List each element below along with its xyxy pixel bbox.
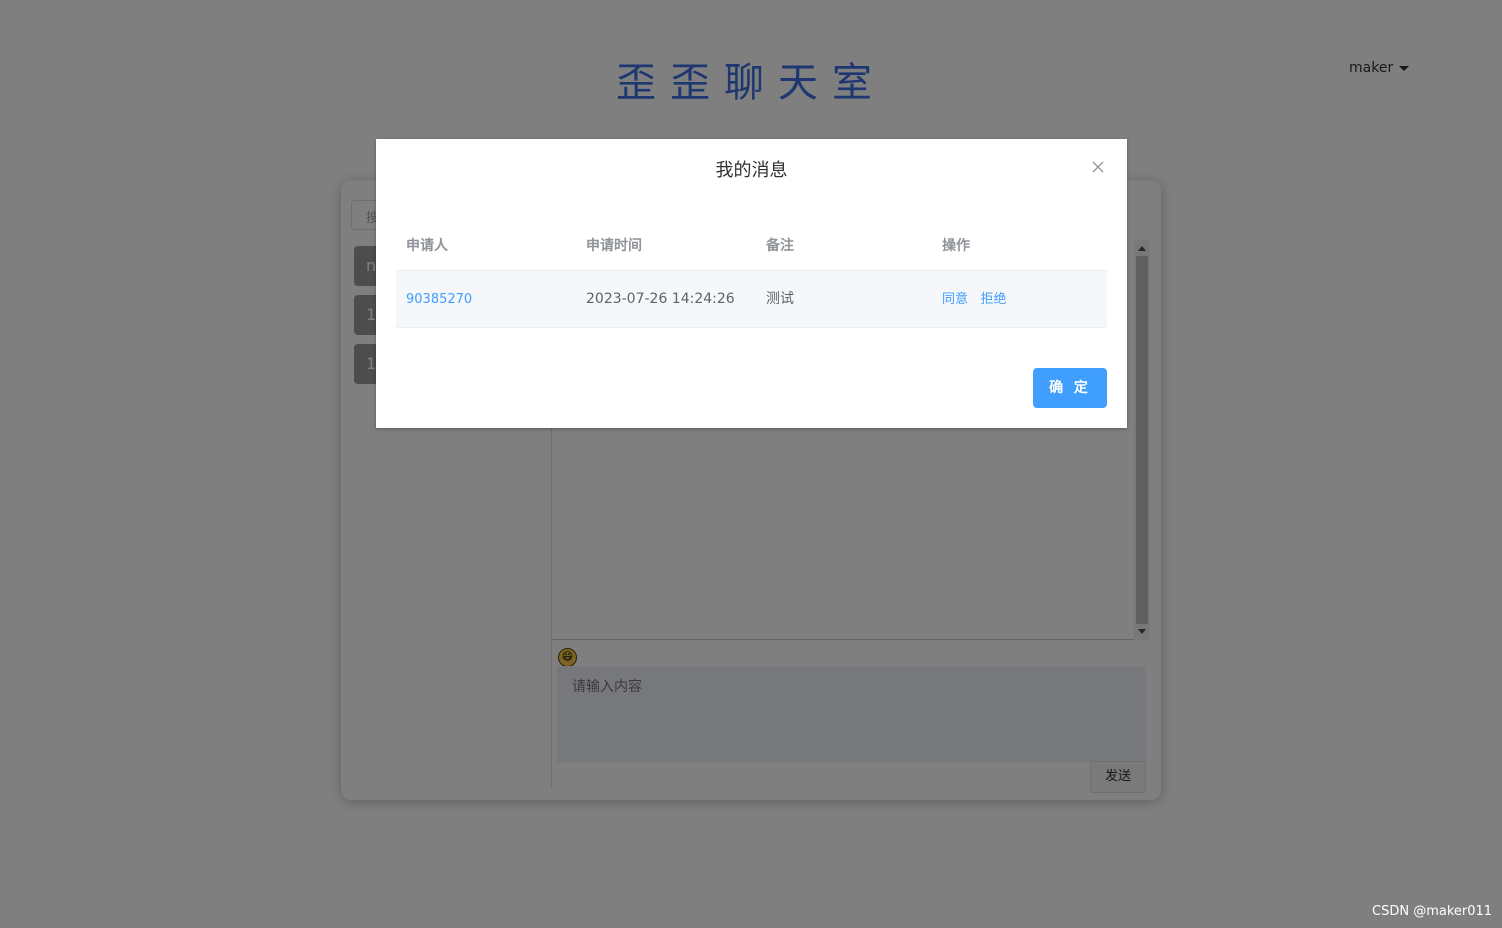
dialog-title: 我的消息 [715, 160, 788, 181]
applicant-link[interactable]: 90385270 [406, 292, 472, 307]
messages-dialog: 我的消息 申请人 申请时间 备注 操作 90385270 2023-07-26 … [376, 139, 1127, 428]
column-header-applicant: 申请人 [406, 238, 448, 254]
cell-remark: 测试 [766, 291, 794, 307]
table-header: 申请人 申请时间 备注 操作 [396, 227, 1107, 271]
confirm-button[interactable]: 确 定 [1033, 368, 1107, 408]
reject-link[interactable]: 拒绝 [980, 292, 1006, 307]
column-header-remark: 备注 [766, 238, 794, 254]
friend-request-table: 申请人 申请时间 备注 操作 90385270 2023-07-26 14:24… [396, 227, 1107, 328]
cell-applicant: 90385270 [396, 271, 576, 327]
watermark: CSDN @maker011 [1372, 904, 1493, 919]
close-icon[interactable] [1090, 159, 1106, 175]
cell-actions: 同意 拒绝 [932, 271, 1107, 327]
column-header-time: 申请时间 [586, 238, 642, 254]
accept-link[interactable]: 同意 [942, 292, 968, 307]
cell-time: 2023-07-26 14:24:26 [586, 291, 735, 307]
table-row: 90385270 2023-07-26 14:24:26 测试 同意 拒绝 [396, 271, 1107, 328]
column-header-actions: 操作 [942, 238, 970, 254]
